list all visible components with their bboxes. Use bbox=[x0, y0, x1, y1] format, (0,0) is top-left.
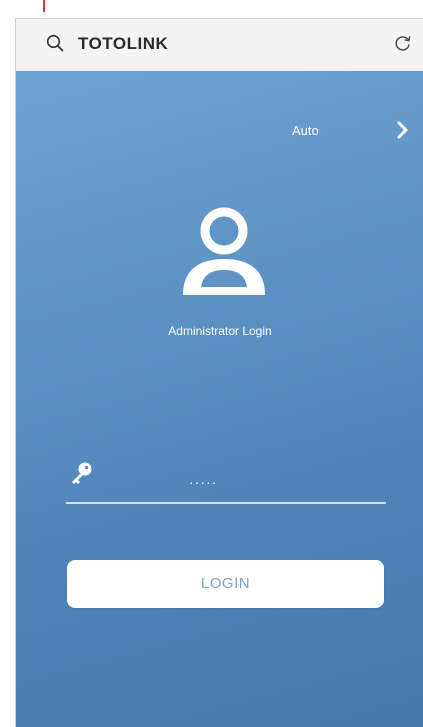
password-underline bbox=[66, 502, 386, 504]
address-text[interactable]: TOTOLINK bbox=[78, 33, 168, 55]
language-selector-label[interactable]: Auto bbox=[292, 123, 319, 139]
key-icon bbox=[68, 461, 94, 487]
password-input[interactable]: ····· bbox=[189, 471, 369, 493]
admin-login-label: Administrator Login bbox=[168, 324, 272, 338]
red-marker bbox=[43, 0, 45, 12]
chevron-right-icon[interactable] bbox=[396, 121, 410, 139]
search-icon[interactable] bbox=[46, 34, 64, 52]
user-icon bbox=[178, 203, 270, 299]
browser-address-bar[interactable]: TOTOLINK bbox=[16, 19, 423, 71]
page: TOTOLINK Auto Administrator Login ····· … bbox=[0, 0, 423, 727]
phone-frame: TOTOLINK Auto Administrator Login ····· … bbox=[15, 18, 423, 727]
login-button[interactable]: LOGIN bbox=[67, 560, 384, 608]
refresh-icon[interactable] bbox=[394, 34, 412, 52]
login-screen: Auto Administrator Login ····· LOGIN bbox=[16, 71, 423, 727]
